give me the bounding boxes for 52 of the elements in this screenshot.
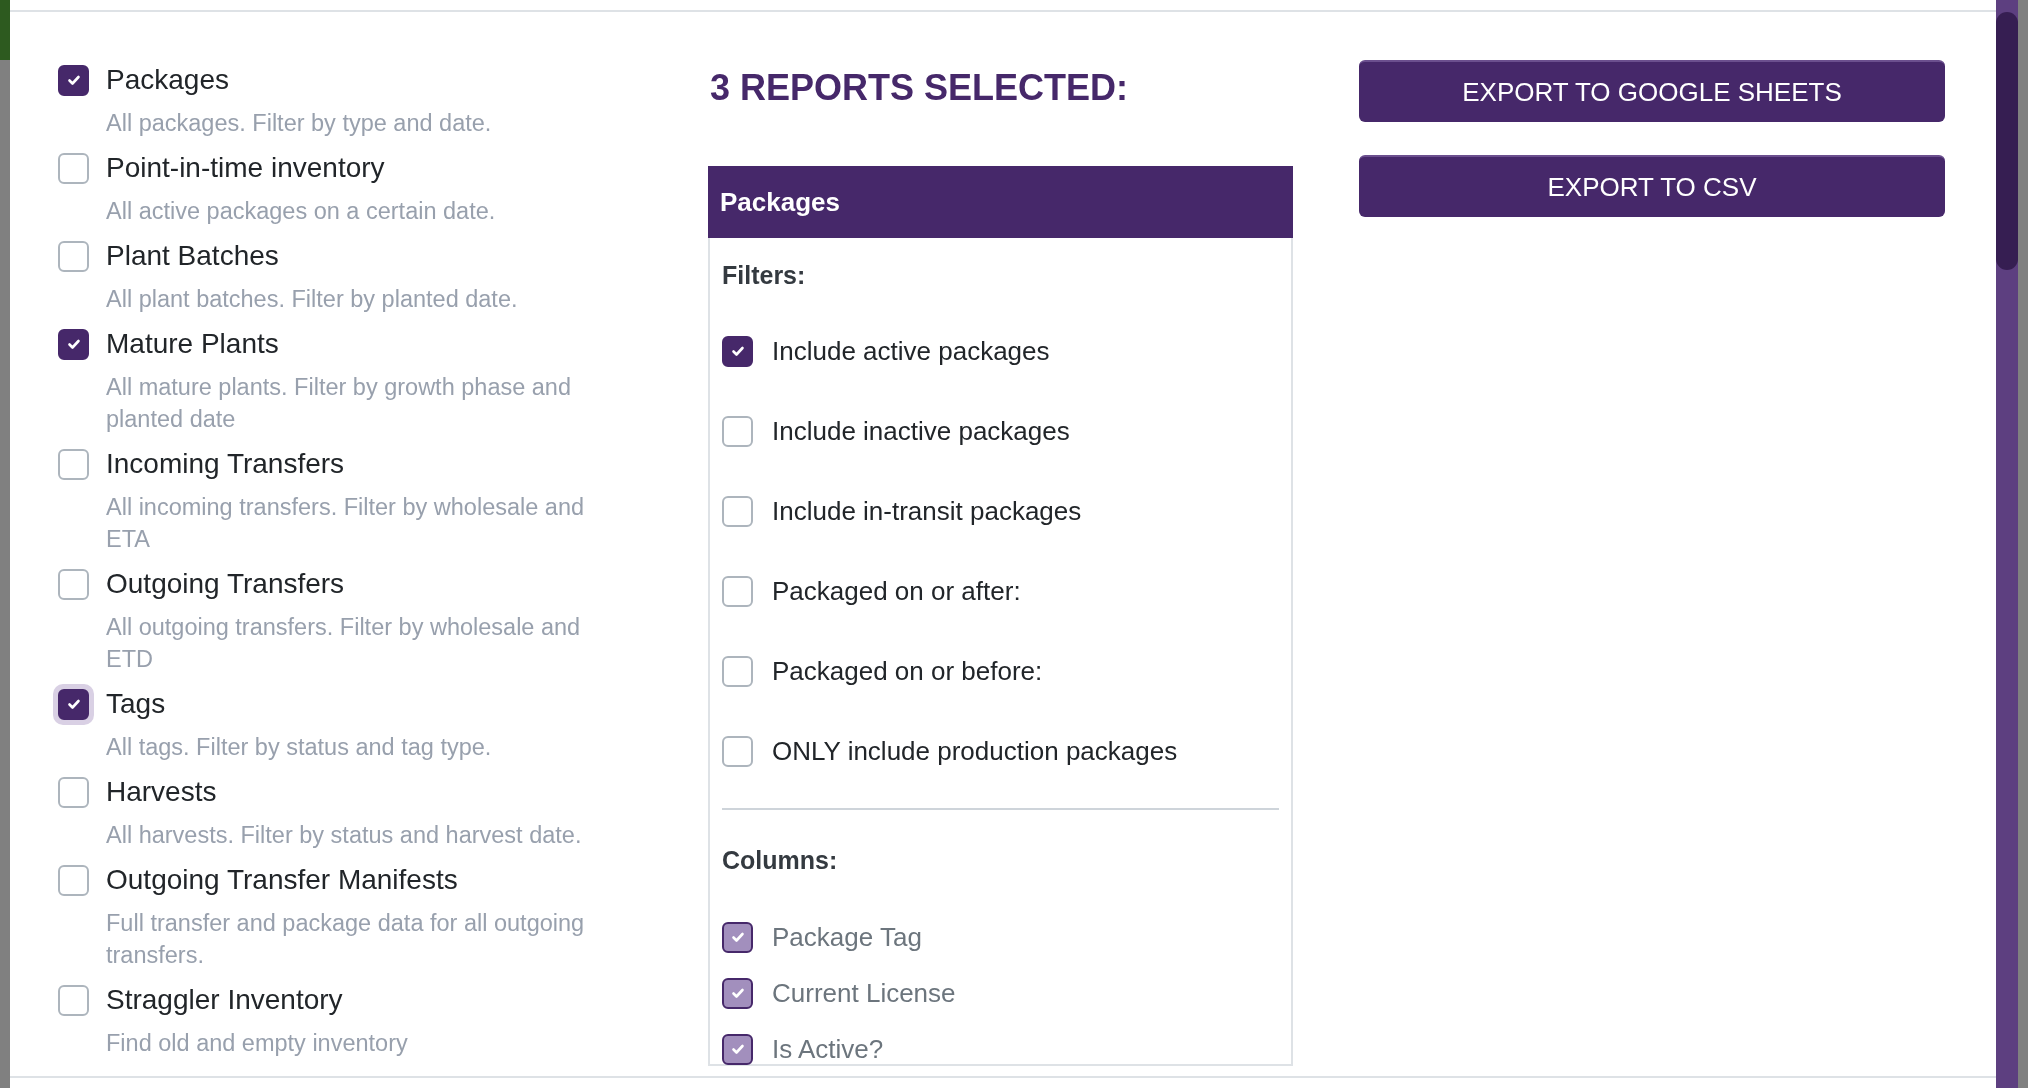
column-label: Is Active? bbox=[772, 1033, 884, 1066]
report-label[interactable]: Plant Batches bbox=[106, 238, 279, 274]
report-label[interactable]: Incoming Transfers bbox=[106, 446, 345, 482]
checkbox[interactable] bbox=[722, 575, 753, 607]
report-description: All outgoing transfers. Filter by wholesale and ETD bbox=[106, 613, 582, 674]
report-label[interactable]: Outgoing Transfers bbox=[106, 566, 345, 602]
report-description: All mature plants. Filter by growth phase and planted date bbox=[106, 373, 572, 434]
report-description: All incoming transfers. Filter by wholesale and ETA bbox=[106, 493, 586, 554]
filter-label[interactable]: Packaged on or before: bbox=[772, 653, 1043, 689]
filter-label[interactable]: ONLY include production packages bbox=[772, 733, 1178, 769]
checkbox[interactable] bbox=[58, 864, 89, 896]
checkbox[interactable] bbox=[722, 655, 753, 687]
filter-label[interactable]: Include in-transit packages bbox=[772, 493, 1082, 529]
checkbox[interactable] bbox=[58, 984, 89, 1016]
checkbox[interactable] bbox=[58, 152, 89, 184]
report-description: All packages. Filter by type and date. bbox=[106, 109, 493, 138]
column-label: Current License bbox=[772, 977, 956, 1010]
export-button[interactable]: EXPORT TO GOOGLE SHEETS bbox=[1359, 60, 1945, 122]
report-label[interactable]: Tags bbox=[106, 686, 166, 722]
report-label[interactable]: Straggler Inventory bbox=[106, 982, 343, 1018]
scrollbar[interactable] bbox=[1996, 0, 2018, 1088]
report-label[interactable]: Packages bbox=[106, 62, 229, 98]
report-label[interactable]: Harvests bbox=[106, 774, 217, 810]
checkbox[interactable] bbox=[58, 448, 89, 480]
column-label: Package Tag bbox=[772, 921, 922, 954]
checkbox[interactable] bbox=[58, 776, 89, 808]
selected-count-heading: 3 REPORTS SELECTED: bbox=[710, 66, 1130, 110]
checkbox[interactable] bbox=[58, 240, 89, 272]
filter-label[interactable]: Include active packages bbox=[772, 333, 1050, 369]
report-description: All active packages on a certain date. bbox=[106, 197, 497, 226]
section-label: Filters: bbox=[722, 260, 807, 291]
export-button[interactable]: EXPORT TO CSV bbox=[1359, 155, 1945, 217]
scrollbar-thumb[interactable] bbox=[1996, 12, 2018, 270]
card-header: Packages bbox=[708, 166, 1293, 238]
report-label[interactable]: Mature Plants bbox=[106, 326, 279, 362]
report-description: Full transfer and package data for all outgoing transfers. bbox=[106, 909, 586, 970]
checkbox[interactable] bbox=[722, 335, 753, 367]
checkbox[interactable] bbox=[722, 495, 753, 527]
report-label[interactable]: Outgoing Transfer Manifests bbox=[106, 862, 458, 898]
checkbox[interactable] bbox=[58, 568, 89, 600]
section-label: Columns: bbox=[722, 845, 839, 876]
checkbox[interactable] bbox=[722, 735, 753, 767]
report-description: All tags. Filter by status and tag type. bbox=[106, 733, 493, 762]
filter-label[interactable]: Packaged on or after: bbox=[772, 573, 1021, 609]
checkbox[interactable] bbox=[58, 64, 89, 96]
checkbox[interactable] bbox=[722, 415, 753, 447]
report-description: All plant batches. Filter by planted date. bbox=[106, 285, 519, 314]
filter-label[interactable]: Include inactive packages bbox=[772, 413, 1070, 449]
report-description: All harvests. Filter by status and harvest date. bbox=[106, 821, 583, 850]
report-label[interactable]: Point-in-time inventory bbox=[106, 150, 385, 186]
report-description: Find old and empty inventory bbox=[106, 1029, 409, 1058]
checkbox[interactable] bbox=[58, 328, 89, 360]
